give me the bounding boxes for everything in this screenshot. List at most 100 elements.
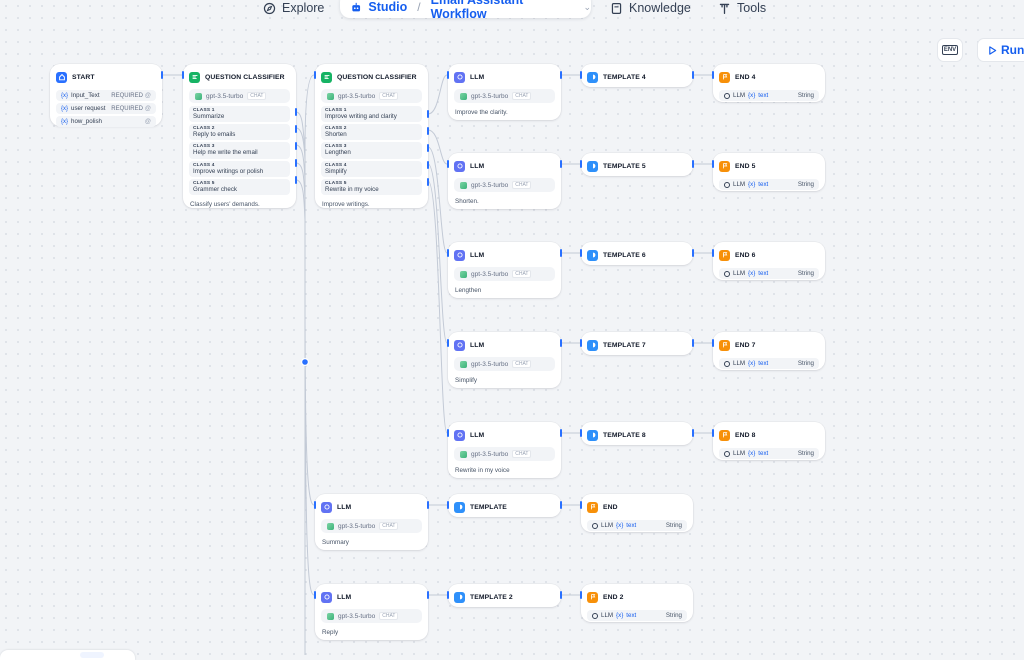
model-selector[interactable]: gpt-3.5-turbo CHAT — [454, 178, 555, 192]
question-classifier-node[interactable]: QUESTION CLASSIFIER gpt-3.5-turbo CHAT CL… — [182, 64, 297, 208]
class-handle[interactable] — [427, 178, 429, 186]
input-handle[interactable] — [447, 591, 449, 599]
output-handle[interactable] — [161, 71, 163, 79]
input-handle[interactable] — [580, 249, 582, 257]
input-handle[interactable] — [447, 160, 449, 168]
nav-studio[interactable]: Studio / Email Assistant Workflow ⌄ — [340, 0, 591, 21]
input-handle[interactable] — [580, 591, 582, 599]
template-node[interactable]: TEMPLATE 7 — [580, 332, 694, 355]
start-node[interactable]: START {x} Input_Text REQUIRED @ {x} user req… — [50, 64, 163, 127]
llm-node[interactable]: LLM gpt-3.5-turbo CHAT Lengthen — [447, 242, 562, 298]
end-node[interactable]: END 5 LLM {x} text String — [712, 153, 825, 191]
llm-node[interactable]: LLM gpt-3.5-turbo CHAT Rewrite in my voic… — [447, 422, 562, 478]
nav-knowledge[interactable]: Knowledge — [610, 0, 691, 19]
canvas-controls[interactable] — [0, 650, 135, 660]
template-node[interactable]: TEMPLATE 8 — [580, 422, 694, 445]
env-button[interactable]: ENV — [937, 38, 963, 62]
end-node[interactable]: END 6 LLM {x} text String — [712, 242, 825, 280]
node-title: END 8 — [735, 431, 756, 439]
input-handle[interactable] — [712, 339, 714, 347]
input-handle[interactable] — [580, 339, 582, 347]
output-handle[interactable] — [692, 160, 694, 168]
template-icon — [587, 429, 598, 441]
template-node[interactable]: TEMPLATE — [447, 494, 562, 517]
input-handle[interactable] — [712, 71, 714, 79]
model-selector[interactable]: gpt-3.5-turbo CHAT — [321, 519, 422, 533]
output-handle[interactable] — [560, 160, 562, 168]
input-handle[interactable] — [712, 249, 714, 257]
input-handle[interactable] — [447, 501, 449, 509]
input-handle[interactable] — [580, 501, 582, 509]
input-handle[interactable] — [447, 71, 449, 79]
zoom-control[interactable] — [80, 652, 104, 658]
output-handle[interactable] — [427, 501, 429, 509]
input-handle[interactable] — [580, 71, 582, 79]
model-selector[interactable]: gpt-3.5-turbo CHAT — [454, 89, 555, 103]
output-handle[interactable] — [560, 71, 562, 79]
end-node[interactable]: END 2 LLM {x} text String — [580, 584, 693, 622]
class-handle[interactable] — [427, 110, 429, 118]
input-handle[interactable] — [580, 160, 582, 168]
nav-tools[interactable]: Tools — [718, 0, 766, 19]
input-handle[interactable] — [580, 429, 582, 437]
model-selector[interactable]: gpt-3.5-turbo CHAT — [454, 357, 555, 371]
end-node[interactable]: END 8 LLM {x} text String — [712, 422, 825, 460]
class-handle[interactable] — [427, 161, 429, 169]
output-handle[interactable] — [692, 429, 694, 437]
app-name[interactable]: Email Assistant Workflow — [431, 0, 576, 21]
start-variable[interactable]: {x} how_polish @ — [56, 116, 156, 127]
class-handle[interactable] — [295, 142, 297, 150]
input-handle[interactable] — [314, 591, 316, 599]
input-handle[interactable] — [712, 160, 714, 168]
input-handle[interactable] — [182, 71, 184, 79]
end-node[interactable]: END 4 LLM {x} text String — [712, 64, 825, 102]
llm-node[interactable]: LLM gpt-3.5-turbo CHAT Shorten. — [447, 153, 562, 209]
output-handle[interactable] — [560, 429, 562, 437]
llm-node[interactable]: LLM gpt-3.5-turbo CHAT Summary — [314, 494, 429, 550]
run-button[interactable]: Run — [977, 38, 1024, 62]
model-selector[interactable]: gpt-3.5-turbo CHAT — [454, 267, 555, 281]
mode-badge: CHAT — [379, 522, 399, 530]
llm-node[interactable]: LLM gpt-3.5-turbo CHAT Simplify — [447, 332, 562, 388]
model-selector[interactable]: gpt-3.5-turbo CHAT — [321, 609, 422, 623]
model-selector[interactable]: gpt-3.5-turbo CHAT — [454, 447, 555, 461]
class-handle[interactable] — [295, 108, 297, 116]
start-variable[interactable]: {x} user request REQUIRED @ — [56, 103, 156, 114]
output-handle[interactable] — [560, 591, 562, 599]
question-classifier-node[interactable]: QUESTION CLASSIFIER gpt-3.5-turbo CHAT CL… — [314, 64, 429, 208]
output-handle[interactable] — [692, 71, 694, 79]
input-handle[interactable] — [314, 501, 316, 509]
input-handle[interactable] — [447, 429, 449, 437]
class-item: CLASS 3 Help me write the email — [189, 142, 290, 159]
end-node[interactable]: END 7 LLM {x} text String — [712, 332, 825, 370]
end-node[interactable]: END LLM {x} text String — [580, 494, 693, 532]
llm-node[interactable]: LLM gpt-3.5-turbo CHAT Reply — [314, 584, 429, 640]
nav-studio-label: Studio — [368, 0, 408, 14]
class-handle[interactable] — [295, 176, 297, 184]
brain-icon — [454, 429, 465, 441]
class-handle[interactable] — [295, 159, 297, 167]
class-handle[interactable] — [427, 127, 429, 135]
template-node[interactable]: TEMPLATE 5 — [580, 153, 694, 176]
start-variable[interactable]: {x} Input_Text REQUIRED @ — [56, 90, 156, 101]
template-node[interactable]: TEMPLATE 2 — [447, 584, 562, 607]
template-node[interactable]: TEMPLATE 4 — [580, 64, 694, 87]
nav-explore[interactable]: Explore — [263, 0, 324, 19]
llm-node[interactable]: LLM gpt-3.5-turbo CHAT Improve the clarit… — [447, 64, 562, 120]
model-selector[interactable]: gpt-3.5-turbo CHAT — [321, 89, 422, 103]
input-handle[interactable] — [447, 339, 449, 347]
class-handle[interactable] — [295, 125, 297, 133]
output-handle[interactable] — [560, 501, 562, 509]
input-handle[interactable] — [314, 71, 316, 79]
input-handle[interactable] — [712, 429, 714, 437]
output-handle[interactable] — [427, 591, 429, 599]
output-handle[interactable] — [560, 249, 562, 257]
template-node[interactable]: TEMPLATE 6 — [580, 242, 694, 265]
output-handle[interactable] — [692, 339, 694, 347]
model-selector[interactable]: gpt-3.5-turbo CHAT — [189, 89, 290, 103]
output-handle[interactable] — [560, 339, 562, 347]
class-handle[interactable] — [427, 144, 429, 152]
chevron-down-icon[interactable]: ⌄ — [583, 2, 591, 13]
input-handle[interactable] — [447, 249, 449, 257]
output-handle[interactable] — [692, 249, 694, 257]
